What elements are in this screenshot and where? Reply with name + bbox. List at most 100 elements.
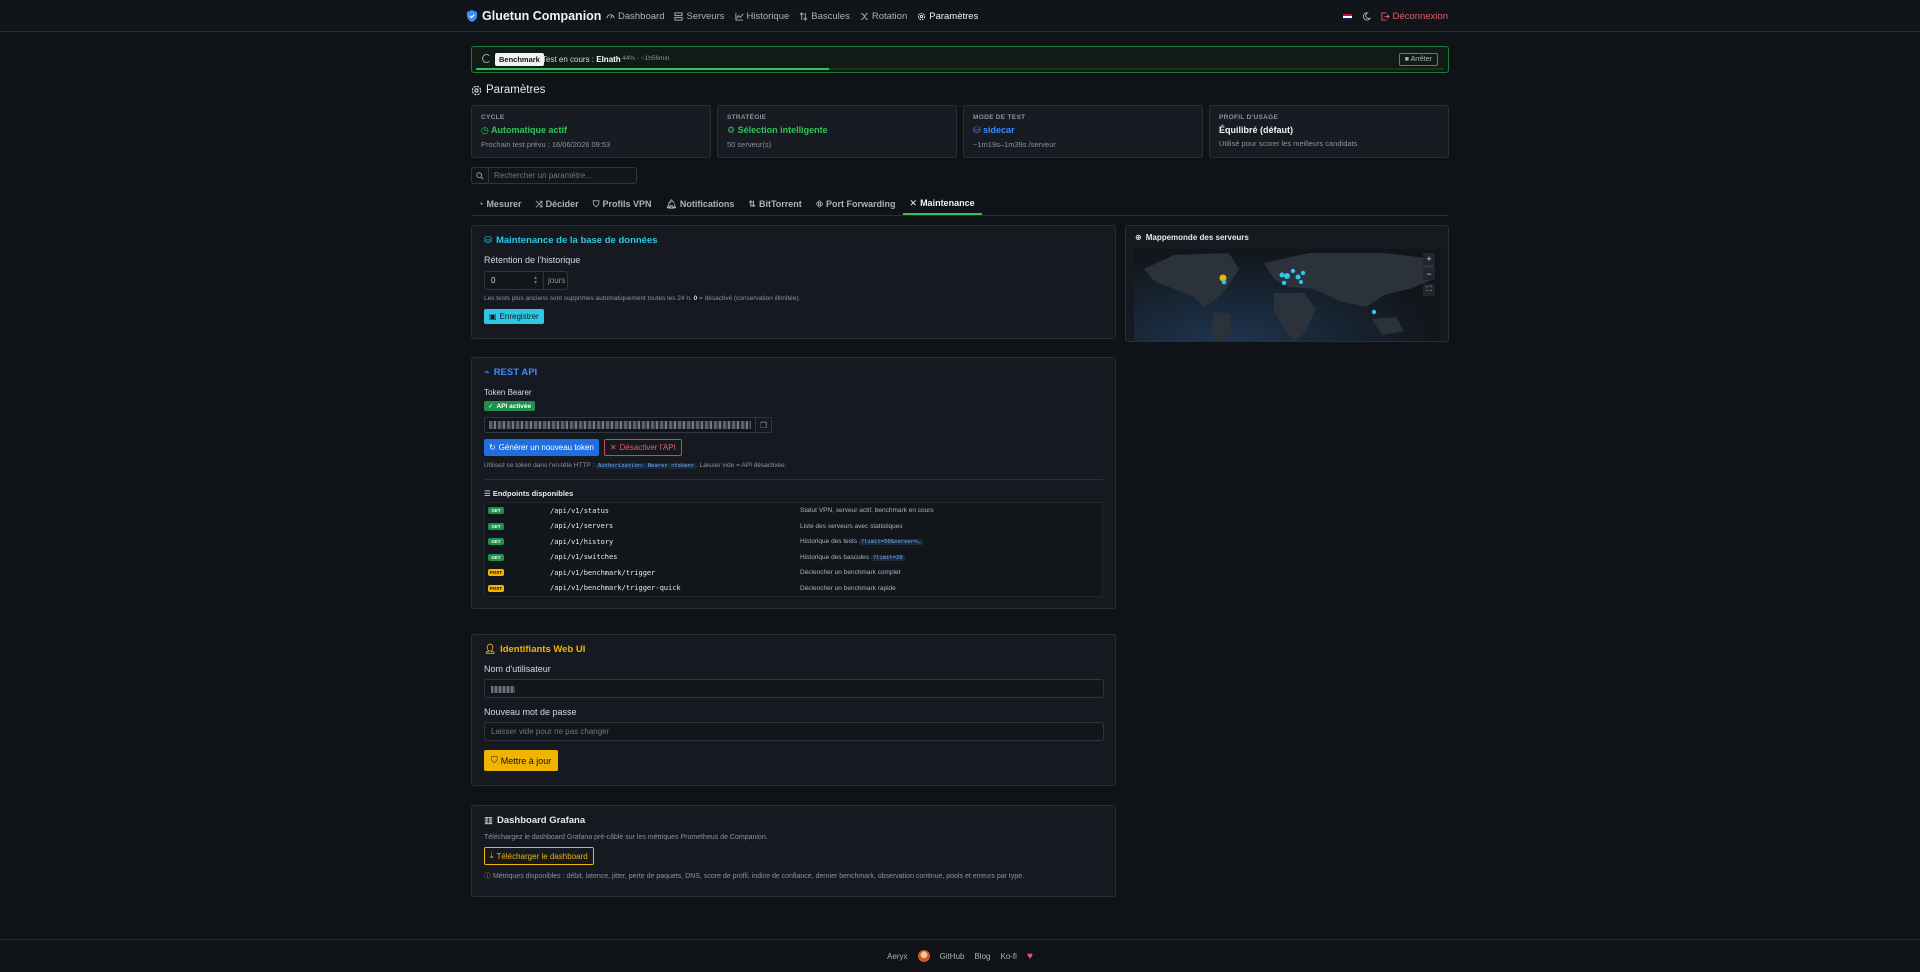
logout-icon <box>1380 12 1390 21</box>
server-marker[interactable] <box>1371 309 1377 315</box>
zoom-out-button[interactable]: − <box>1423 268 1435 280</box>
app-brand[interactable]: Gluetun Companion <box>467 9 601 23</box>
copy-token-button[interactable]: ❐ <box>756 417 772 433</box>
landmass-south-america <box>1212 311 1232 341</box>
language-flag-icon[interactable] <box>1342 13 1352 20</box>
server-marker[interactable] <box>1290 268 1296 274</box>
moon-icon[interactable] <box>1362 12 1371 21</box>
endpoint-description: Liste des serveurs avec statistiques <box>800 522 903 530</box>
tab-notifications[interactable]: 🔔︎ Notifications <box>658 193 741 215</box>
tools-icon: ✕ <box>909 197 918 208</box>
status-cards: CYCLE ◷ Automatique actif Prochain test … <box>471 105 1449 158</box>
server-marker[interactable] <box>1299 280 1303 284</box>
download-dashboard-button[interactable]: ⤓ Télécharger le dashboard <box>484 847 594 865</box>
method-badge: POST <box>488 584 504 592</box>
username-masked-value <box>491 686 515 693</box>
network-icon: ⛗ <box>815 198 824 209</box>
landmass-africa <box>1274 293 1316 341</box>
fullscreen-button[interactable]: ⛶ <box>1423 284 1435 296</box>
server-marker[interactable] <box>1279 272 1285 278</box>
endpoints-title: ☰ Endpoints disponibles <box>484 489 574 498</box>
method-badge: GET <box>488 522 504 530</box>
tab-port-forwarding[interactable]: ⛗ Port Forwarding <box>809 193 903 215</box>
endpoint-query-code: ?limit=20 <box>870 554 905 561</box>
tab-decider[interactable]: ⤨ Décider <box>528 193 585 215</box>
card-cycle: CYCLE ◷ Automatique actif Prochain test … <box>471 105 711 158</box>
server-marker[interactable] <box>1284 273 1290 279</box>
shield-icon: ⛉ <box>491 755 498 765</box>
method-badge: GET <box>488 538 504 546</box>
server-marker[interactable] <box>1281 280 1287 286</box>
footer-kofi-link[interactable]: Ko-fi <box>1000 952 1016 961</box>
list-icon: ☰ <box>484 489 491 498</box>
token-label: Token Bearer <box>484 388 532 397</box>
endpoint-query-code: ?limit=50&server=… <box>858 539 923 546</box>
endpoint-path: /api/v1/history <box>550 537 614 546</box>
token-masked-value <box>489 421 751 429</box>
footer-github-link[interactable]: GitHub <box>940 952 965 961</box>
user-lock-icon: 👤︎ <box>484 644 497 655</box>
rest-api-title: ⌁ REST API <box>484 367 538 378</box>
update-credentials-button[interactable]: ⛉ Mettre à jour <box>484 750 559 771</box>
search-icon <box>472 168 489 183</box>
nav-historique[interactable]: Historique <box>734 11 789 22</box>
retention-days-input[interactable]: 0 ▴ ▾ <box>484 271 544 290</box>
tab-bittorrent[interactable]: ⇅ BitTorrent <box>741 193 808 215</box>
chart-line-icon <box>734 12 743 21</box>
disable-api-button[interactable]: ✕ Désactiver l'API <box>603 439 682 456</box>
tab-maintenance[interactable]: ✕ Maintenance <box>902 193 982 215</box>
gauge-icon: ◔ <box>478 199 484 209</box>
endpoint-path: /api/v1/status <box>550 506 610 515</box>
card-strategie: STRATÉGIE ⚙ Sélection intelligente 50 se… <box>717 105 957 158</box>
tab-mesurer[interactable]: ◔ Mesurer <box>471 193 528 215</box>
benchmark-percent: 44% · ~1h56min <box>622 55 670 62</box>
shield-logo-icon <box>467 10 477 22</box>
endpoint-path: /api/v1/benchmark/trigger <box>550 568 656 577</box>
endpoint-path: /api/v1/servers <box>550 522 614 531</box>
stepper-icon[interactable]: ▴ ▾ <box>534 275 537 286</box>
stop-benchmark-button[interactable]: ■ Arrêter <box>1398 53 1438 66</box>
api-usage-help: Utilisez ce token dans l'en-tête HTTP : … <box>484 462 787 469</box>
switch-icon <box>799 12 808 21</box>
nav-bascules[interactable]: Bascules <box>799 11 850 22</box>
endpoints-table: GET/api/v1/status Statut VPN, serveur act… <box>484 502 1103 597</box>
endpoint-row: POST/api/v1/benchmark/trigger Déclencher … <box>485 565 1102 581</box>
logout-button[interactable]: Déconnexion <box>1380 11 1448 22</box>
search-input[interactable] <box>489 168 636 183</box>
maintenance-title: ⛁ Maintenance de la base de données <box>484 235 658 246</box>
footer-author[interactable]: Aeryx <box>887 952 907 961</box>
footer: Aeryx GitHub Blog Ko-fi ♥ <box>0 939 1920 972</box>
speedometer-icon <box>606 14 615 19</box>
nav-dashboard[interactable]: Dashboard <box>606 11 664 22</box>
nav-parametres[interactable]: Paramètres <box>917 11 978 22</box>
username-label: Nom d'utilisateur <box>484 664 551 674</box>
avatar <box>917 950 930 962</box>
password-field[interactable] <box>484 722 1104 741</box>
nav-serveurs[interactable]: Serveurs <box>674 11 725 22</box>
zoom-in-button[interactable]: + <box>1423 253 1435 265</box>
card-profil-usage: PROFIL D'USAGE Équilibré (défaut) Utilis… <box>1209 105 1449 158</box>
world-map[interactable]: + − ⛶ <box>1134 249 1441 341</box>
check-circle-icon: ✓ <box>488 403 494 410</box>
endpoint-path: /api/v1/benchmark/trigger-quick <box>550 584 681 593</box>
endpoint-description: Déclencher un benchmark complet <box>800 569 901 577</box>
app-title: Gluetun Companion <box>482 9 602 23</box>
top-navbar: Gluetun Companion Dashboard Serveurs His… <box>0 0 1920 32</box>
clipboard-icon: ❐ <box>759 420 768 430</box>
nav-rotation[interactable]: Rotation <box>860 11 907 22</box>
server-marker[interactable] <box>1221 279 1227 285</box>
spinner-icon <box>482 54 491 63</box>
server-marker[interactable] <box>1300 270 1306 276</box>
save-icon: ▣ <box>489 312 497 321</box>
username-field[interactable] <box>484 679 1104 698</box>
database-icon: ⛁ <box>484 235 492 246</box>
server-marker[interactable] <box>1295 274 1301 280</box>
save-retention-button[interactable]: ▣ Enregistrer <box>484 309 544 324</box>
generate-token-button[interactable]: ↻ Générer un nouveau token <box>484 439 599 456</box>
gear-icon <box>471 85 482 95</box>
token-field[interactable] <box>484 417 756 433</box>
benchmark-progress-fill <box>476 68 830 70</box>
method-badge: POST <box>488 569 504 577</box>
tab-profils-vpn[interactable]: ⛉ Profils VPN <box>586 193 659 215</box>
footer-blog-link[interactable]: Blog <box>974 952 990 961</box>
